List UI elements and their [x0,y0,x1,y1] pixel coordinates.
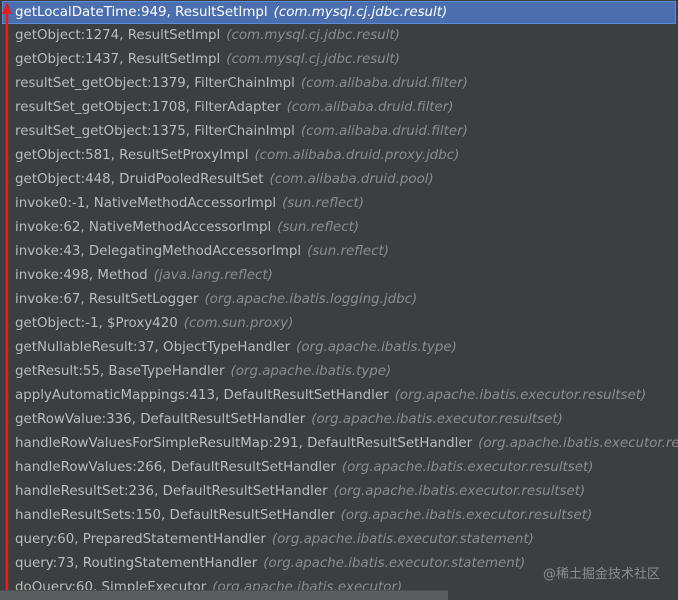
stack-frame-selected[interactable]: getLocalDateTime:949, ResultSetImpl (com.… [2,1,676,24]
frame-method: getObject:448, DruidPooledResultSet [15,172,264,187]
frame-method: invoke0:-1, NativeMethodAccessorImpl [15,196,277,211]
frame-method: getResult:55, BaseTypeHandler [15,364,225,379]
frame-package: (java.lang.reflect) [153,268,273,283]
frame-method: query:73, RoutingStatementHandler [15,556,258,571]
stack-frame[interactable]: invoke:498, Method (java.lang.reflect) [0,264,678,288]
stack-frame[interactable]: getObject:-1, $Proxy420 (com.sun.proxy) [0,312,678,336]
stack-frame[interactable]: applyAutomaticMappings:413, DefaultResul… [0,384,678,408]
stack-frame[interactable]: handleResultSets:150, DefaultResultSetHa… [0,504,678,528]
frame-method: resultSet_getObject:1375, FilterChainImp… [15,124,295,139]
frame-method: resultSet_getObject:1708, FilterAdapter [15,100,281,115]
frame-package: (org.apache.ibatis.executor.resultset) [340,508,593,523]
frame-method: handleResultSet:236, DefaultResultSetHan… [15,484,328,499]
stack-frame[interactable]: getObject:1437, ResultSetImpl (com.mysql.… [0,48,678,72]
stack-frame[interactable]: handleResultSet:236, DefaultResultSetHan… [0,480,678,504]
frame-package: (org.apache.ibatis.executor.resultset) [333,484,586,499]
frame-method: getNullableResult:37, ObjectTypeHandler [15,340,291,355]
stack-frame[interactable]: handleRowValuesForSimpleResultMap:291, D… [0,432,678,456]
frame-package: (org.apache.ibatis.executor.resultset) [394,388,647,403]
frame-package: (com.mysql.cj.jdbc.result) [226,28,400,43]
frame-method: getLocalDateTime:949, ResultSetImpl [15,5,268,20]
frame-method: invoke:62, NativeMethodAccessorImpl [15,220,272,235]
frame-package: (org.apache.ibatis.type) [230,364,392,379]
stack-frame[interactable]: invoke:62, NativeMethodAccessorImpl (sun.… [0,216,678,240]
frame-package: (com.alibaba.druid.filter) [300,76,468,91]
stack-frame[interactable]: getResult:55, BaseTypeHandler (org.apache… [0,360,678,384]
stack-frame-list[interactable]: getLocalDateTime:949, ResultSetImpl (com.… [0,0,678,600]
stack-frame[interactable]: invoke:43, DelegatingMethodAccessorImpl (… [0,240,678,264]
frame-package: (sun.reflect) [282,196,364,211]
frame-method: getRowValue:336, DefaultResultSetHandler [15,412,306,427]
frame-package: (com.mysql.cj.jdbc.result) [273,5,448,20]
frame-method: getObject:1437, ResultSetImpl [15,52,221,67]
frame-method: resultSet_getObject:1379, FilterChainImp… [15,76,295,91]
frame-method: getObject:581, ResultSetProxyImpl [15,148,249,163]
stack-frame[interactable]: resultSet_getObject:1708, FilterAdapter (… [0,96,678,120]
frame-method: applyAutomaticMappings:413, DefaultResul… [15,388,389,403]
frame-package: (com.alibaba.druid.filter) [300,124,468,139]
stack-frame[interactable]: getObject:1274, ResultSetImpl (com.mysql.… [0,24,678,48]
frame-method: invoke:43, DelegatingMethodAccessorImpl [15,244,302,259]
frame-method: query:60, PreparedStatementHandler [15,532,266,547]
frame-package: (org.apache.ibatis.executor.resultset) [311,412,563,427]
frame-method: getObject:1274, ResultSetImpl [15,28,221,43]
frame-method: handleRowValuesForSimpleResultMap:291, D… [15,436,473,451]
frame-method: handleResultSets:150, DefaultResultSetHa… [15,508,335,523]
frame-package: (org.apache.ibatis.logging.jdbc) [204,292,418,307]
stack-frame[interactable]: invoke0:-1, NativeMethodAccessorImpl (sun… [0,192,678,216]
frame-package: (org.apache.ibatis.executor.statement) [271,532,534,547]
frame-method: invoke:498, Method [15,268,148,283]
frame-method: handleRowValues:266, DefaultResultSetHan… [15,460,336,475]
stack-frame[interactable]: resultSet_getObject:1375, FilterChainImp… [0,120,678,144]
frame-package: (com.sun.proxy) [183,316,294,331]
stack-frame[interactable]: getObject:448, DruidPooledResultSet (com.… [0,168,678,192]
stack-frame[interactable]: invoke:67, ResultSetLogger (org.apache.ib… [0,288,678,312]
watermark: @稀土掘金技术社区 [542,567,660,582]
frame-package: (sun.reflect) [307,244,389,259]
stack-frame[interactable]: resultSet_getObject:1379, FilterChainImp… [0,72,678,96]
stack-frame[interactable]: getRowValue:336, DefaultResultSetHandler… [0,408,678,432]
frame-package: (org.apache.ibatis.executor.resultset) [341,460,594,475]
stack-frame[interactable]: getNullableResult:37, ObjectTypeHandler (… [0,336,678,360]
stack-frame[interactable]: query:60, PreparedStatementHandler (org.a… [0,528,678,552]
frame-package: (com.alibaba.druid.proxy.jdbc) [254,148,460,163]
frame-package: (com.mysql.cj.jdbc.result) [226,52,400,67]
horizontal-scrollbar[interactable] [0,590,448,600]
frame-package: (org.apache.ibatis.executor.res [478,436,678,451]
stack-frame[interactable]: handleRowValues:266, DefaultResultSetHan… [0,456,678,480]
frame-method: getObject:-1, $Proxy420 [15,316,178,331]
frame-method: invoke:67, ResultSetLogger [15,292,199,307]
stack-frame[interactable]: getObject:581, ResultSetProxyImpl (com.al… [0,144,678,168]
frame-package: (sun.reflect) [277,220,360,235]
frame-package: (com.alibaba.druid.filter) [286,100,454,115]
frame-package: (org.apache.ibatis.executor.statement) [263,556,526,571]
frame-package: (org.apache.ibatis.type) [296,340,457,355]
frame-package: (com.alibaba.druid.pool) [269,172,434,187]
